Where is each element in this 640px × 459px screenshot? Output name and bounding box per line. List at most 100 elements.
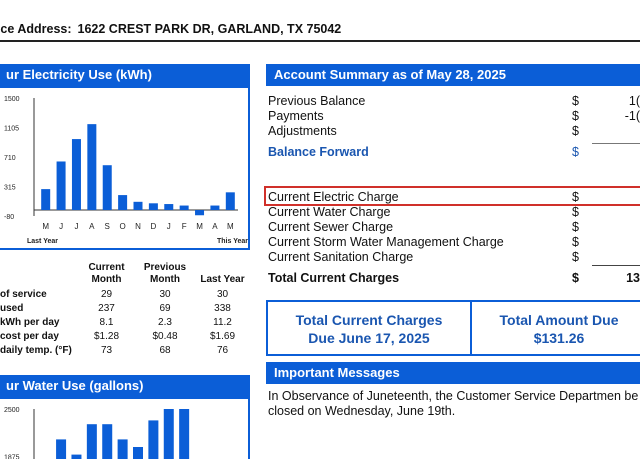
summary-row-label: Balance Forward [268, 145, 369, 159]
usage-cell: 73 [100, 345, 113, 356]
usage-row-label: kWh per day [0, 317, 60, 328]
summary-row-dollar: $ [572, 235, 579, 249]
x-tick-label: N [135, 222, 141, 231]
summary-row-label: Current Sewer Charge [268, 220, 394, 234]
usage-row: used 237 69 338 [0, 302, 250, 316]
account-summary-title: Account Summary as of May 28, 2025 [266, 64, 640, 86]
usage-cell: 76 [216, 345, 229, 356]
summary-row-dollar: $ [572, 271, 579, 285]
water-bar [56, 439, 67, 459]
usage-header-last-year: Last Year [200, 274, 245, 285]
summary-row-label: Total Current Charges [268, 271, 400, 285]
service-address-label: vice Address: [0, 22, 72, 36]
electricity-chart-panel: 1500 1105 710 315 -80 M J J A S O N D J F M A M Last Year T… [0, 86, 250, 250]
x-tick-label: J [167, 222, 171, 231]
usage-header-row: Current Month Previous Month Last Year [0, 262, 250, 288]
due-left-line1: Total Current Charges [295, 312, 443, 328]
usage-row-label: of service [0, 289, 47, 300]
x-tick-label: A [212, 222, 218, 231]
electricity-panel-title: ur Electricity Use (kWh) [0, 64, 250, 86]
usage-cell: 8.1 [99, 317, 114, 328]
electricity-bar [179, 205, 189, 211]
water-bar [86, 424, 97, 459]
summary-row-label: Adjustments [268, 124, 337, 138]
summary-row-dollar: $ [572, 250, 579, 264]
x-tick-label: M [42, 222, 49, 231]
usage-cell: 68 [159, 345, 171, 356]
electricity-bar [148, 203, 158, 211]
usage-cell: 30 [159, 289, 171, 300]
header-divider [0, 40, 640, 42]
y-tick-label: 1105 [4, 126, 19, 133]
usage-row: of service 29 30 30 [0, 288, 250, 302]
y-tick-label: 2500 [4, 407, 20, 414]
x-tick-label: J [74, 222, 78, 231]
x-tick-label: M [196, 222, 203, 231]
x-tick-label: D [150, 222, 156, 231]
electricity-bar [133, 201, 143, 211]
usage-cell: 11.2 [213, 317, 232, 328]
water-bar [133, 447, 143, 459]
usage-row-label: cost per day [0, 331, 59, 342]
usage-row: kWh per day 8.1 2.3 11.2 [0, 316, 250, 330]
water-bar [179, 409, 190, 459]
due-right-line1: Total Amount Due [499, 312, 619, 328]
summary-row-amount: 1( [628, 94, 640, 108]
electricity-bar [41, 189, 51, 211]
water-bar [71, 454, 82, 459]
summary-row-label: Current Sanitation Charge [268, 250, 414, 264]
summary-row-dollar: $ [572, 205, 579, 219]
water-panel-title: ur Water Use (gallons) [0, 375, 250, 397]
electric-charge-highlight [264, 186, 640, 206]
y-tick-label: -80 [4, 214, 14, 221]
electricity-bar [210, 205, 220, 211]
usage-row-label: daily temp. (°F) [0, 345, 72, 356]
usage-cell: 29 [100, 289, 113, 300]
y-tick-label: 1875 [4, 455, 20, 459]
summary-row-label: Current Storm Water Management Charge [268, 235, 504, 249]
usage-comparison-table: Current Month Previous Month Last Year o… [0, 262, 250, 358]
summary-row-dollar: $ [572, 94, 579, 108]
usage-row: cost per day $1.28 $0.48 $1.69 [0, 330, 250, 344]
water-bar [163, 409, 174, 459]
water-bar [148, 420, 159, 459]
service-address-value: 1622 CREST PARK DR, GARLAND, TX 75042 [77, 22, 342, 36]
usage-cell: 69 [159, 303, 171, 314]
usage-cell: $1.69 [209, 331, 236, 342]
summary-row-dollar: $ [572, 145, 579, 159]
summary-row-amount: 13 [626, 271, 640, 285]
last-year-caption: Last Year [27, 238, 58, 245]
y-tick-label: 1500 [4, 96, 20, 103]
due-left-line2: Due June 17, 2025 [308, 330, 430, 346]
this-year-caption: This Year [217, 238, 248, 245]
x-tick-label: J [59, 222, 63, 231]
x-tick-label: F [182, 222, 187, 231]
x-tick-label: A [89, 222, 95, 231]
usage-header-current: Current Month [88, 262, 125, 285]
y-tick-label: 315 [4, 185, 16, 192]
water-chart-panel: 2500 1875 [0, 397, 250, 459]
summary-row-label: Previous Balance [268, 94, 366, 108]
summary-row-label: Current Water Charge [268, 205, 391, 219]
electricity-bar [102, 165, 112, 211]
usage-cell: 237 [98, 303, 115, 314]
water-chart: 2500 1875 [4, 407, 190, 459]
summary-row-dollar: $ [572, 124, 579, 138]
summary-row-label: Payments [268, 109, 324, 123]
balance-separator [592, 143, 640, 144]
y-tick-label: 710 [4, 155, 16, 162]
summary-row-amount: -1( [624, 109, 640, 123]
total-amount-due: $131.26 [533, 330, 585, 346]
summary-row-dollar: $ [572, 220, 579, 234]
electricity-bar [118, 195, 128, 211]
total-separator [592, 265, 640, 266]
electricity-bar [56, 161, 66, 211]
summary-row-dollar: $ [572, 109, 579, 123]
electricity-bar [225, 192, 235, 211]
usage-cell: 2.3 [158, 317, 172, 328]
usage-cell: 30 [216, 289, 229, 300]
electricity-bar [87, 124, 97, 211]
x-tick-label: M [227, 222, 234, 231]
x-tick-label: O [119, 222, 125, 231]
usage-cell: 338 [214, 303, 231, 314]
